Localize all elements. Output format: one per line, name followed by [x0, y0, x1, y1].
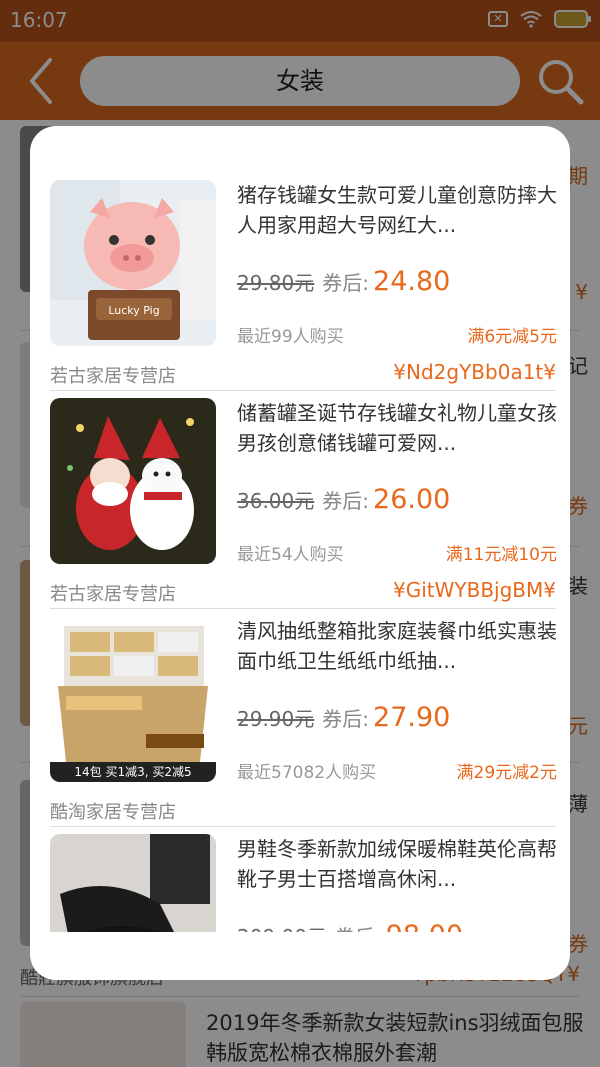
price-row: 36.00元 券后: 26.00 [237, 484, 557, 520]
product-image-label: Lucky Pig [108, 304, 159, 317]
price-row: 29.90元 券后: 27.90 [237, 702, 557, 738]
product-list-modal: Lucky Pig 猪存钱罐女生款可爱儿童创意防摔大人用家用超大号网红大... … [30, 126, 570, 980]
product-card[interactable]: Lucky Pig 猪存钱罐女生款可爱儿童创意防摔大人用家用超大号网红大... … [30, 126, 570, 391]
original-price: 36.00元 [237, 489, 315, 513]
final-price: 98.00 [386, 920, 463, 932]
original-price: 29.90元 [237, 707, 315, 731]
original-price: 209.00元 [237, 921, 327, 932]
product-image[interactable]: 14包 买1减3, 买2减5 [50, 616, 216, 782]
product-image[interactable]: Lucky Pig [50, 180, 216, 346]
product-image[interactable] [50, 834, 216, 932]
product-list[interactable]: Lucky Pig 猪存钱罐女生款可爱儿童创意防摔大人用家用超大号网红大... … [30, 126, 570, 932]
price-row: 209.00元 券后: 98.00 [237, 920, 557, 932]
product-image-label: 14包 买1减3, 买2减5 [74, 765, 191, 779]
product-image[interactable] [50, 398, 216, 564]
product-card[interactable]: 14包 买1减3, 买2减5 清风抽纸整箱批家庭装餐巾纸实惠装面巾纸卫生纸纸巾纸… [30, 562, 570, 827]
coupon-label: 券后: [322, 489, 370, 513]
coupon-label: 券后: [335, 921, 382, 932]
product-title: 猪存钱罐女生款可爱儿童创意防摔大人用家用超大号网红大... [237, 183, 557, 237]
product-card[interactable]: 储蓄罐圣诞节存钱罐女礼物儿童女孩男孩创意储钱罐可爱网... 36.00元 券后:… [30, 344, 570, 609]
coupon-label: 券后: [322, 271, 370, 295]
original-price: 29.80元 [237, 271, 315, 295]
coupon-label: 券后: [322, 707, 370, 731]
final-price: 27.90 [373, 702, 451, 733]
product-title: 清风抽纸整箱批家庭装餐巾纸实惠装面巾纸卫生纸纸巾纸抽... [237, 619, 557, 673]
product-card[interactable]: 男鞋冬季新款加绒保暖棉鞋英伦高帮靴子男士百搭增高休闲... 209.00元 券后… [30, 780, 570, 932]
final-price: 26.00 [373, 484, 451, 515]
final-price: 24.80 [373, 266, 451, 297]
product-title: 储蓄罐圣诞节存钱罐女礼物儿童女孩男孩创意储钱罐可爱网... [237, 401, 557, 455]
product-title: 男鞋冬季新款加绒保暖棉鞋英伦高帮靴子男士百搭增高休闲... [237, 837, 557, 891]
price-row: 29.80元 券后: 24.80 [237, 266, 557, 302]
